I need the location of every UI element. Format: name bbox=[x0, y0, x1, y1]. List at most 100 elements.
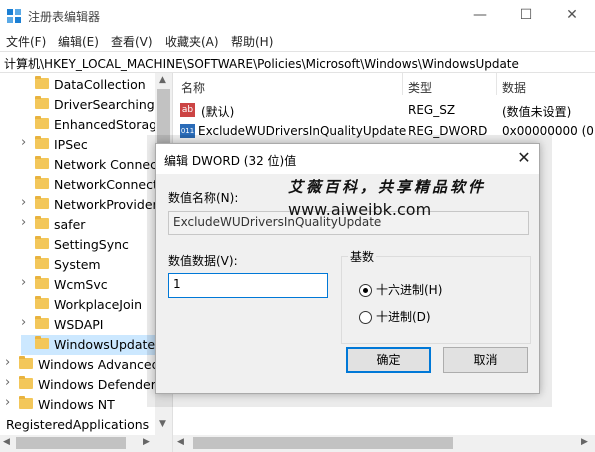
close-button[interactable]: ✕ bbox=[549, 0, 595, 31]
value-data: (数值未设置) bbox=[502, 105, 572, 119]
scroll-right-icon[interactable]: ▶ bbox=[143, 437, 150, 447]
tree-item-wsdapi[interactable]: › WSDAPI bbox=[21, 315, 160, 335]
column-divider bbox=[402, 73, 403, 95]
tree-item-label: WindowsUpdate bbox=[54, 337, 156, 352]
tree-item-windows-defender[interactable]: › Windows Defender bbox=[5, 375, 160, 395]
hex-radio-label[interactable]: 十六进制(H) bbox=[376, 281, 442, 298]
dialog-close-icon[interactable]: ✕ bbox=[514, 148, 534, 168]
tree-item-ipsec[interactable]: › IPSec bbox=[21, 135, 160, 155]
folder-icon bbox=[35, 76, 49, 89]
hex-radio[interactable] bbox=[359, 284, 372, 297]
tree-item-label: Network Connec bbox=[54, 157, 157, 172]
tree-item-label: NetworkProvider bbox=[54, 197, 158, 212]
chevron-right-icon[interactable]: › bbox=[21, 275, 31, 290]
menu-view[interactable]: 查看(V) bbox=[111, 33, 153, 50]
maximize-button[interactable]: ☐ bbox=[503, 0, 549, 31]
tree-item-label: EnhancedStorage bbox=[54, 117, 165, 132]
tree-item-label: Windows Defender bbox=[38, 377, 156, 392]
tree-item-label: DataCollection bbox=[54, 77, 146, 92]
value-name-label: 数值名称(N): bbox=[168, 191, 239, 205]
watermark-url: www.aiweibk.com bbox=[288, 200, 432, 219]
folder-icon bbox=[35, 236, 49, 249]
ok-button[interactable]: 确定 bbox=[346, 347, 431, 373]
tree-item-system[interactable]: System bbox=[21, 255, 160, 275]
folder-icon bbox=[35, 96, 49, 109]
value-name: (默认) bbox=[201, 105, 235, 119]
menu-bar: 文件(F) 编辑(E) 查看(V) 收藏夹(A) 帮助(H) bbox=[0, 31, 595, 51]
tree-hscroll-thumb[interactable] bbox=[16, 437, 126, 449]
tree-item-driversearching[interactable]: DriverSearching bbox=[21, 95, 160, 115]
tree-item-windows-nt[interactable]: › Windows NT bbox=[5, 395, 160, 415]
chevron-right-icon[interactable]: › bbox=[5, 375, 15, 390]
tree-item-networkprovider[interactable]: › NetworkProvider bbox=[21, 195, 160, 215]
watermark-text: 艾薇百科，共享精品软件 bbox=[288, 178, 487, 196]
folder-icon bbox=[19, 356, 33, 369]
tree-item-label: IPSec bbox=[54, 137, 88, 152]
cancel-button[interactable]: 取消 bbox=[443, 347, 528, 373]
menu-help[interactable]: 帮助(H) bbox=[231, 33, 273, 50]
chevron-right-icon[interactable]: › bbox=[21, 315, 31, 330]
tree-item-settingsync[interactable]: SettingSync bbox=[21, 235, 160, 255]
folder-icon bbox=[19, 396, 33, 409]
tree-item-label: SettingSync bbox=[54, 237, 129, 252]
column-header-type[interactable]: 类型 bbox=[408, 79, 432, 96]
scroll-left-icon[interactable]: ◀ bbox=[3, 437, 10, 447]
tree-item-datacollection[interactable]: DataCollection bbox=[21, 75, 160, 95]
column-header-data[interactable]: 数据 bbox=[502, 79, 526, 96]
tree-item-networkconnect[interactable]: NetworkConnect bbox=[21, 175, 160, 195]
scroll-right-icon[interactable]: ▶ bbox=[581, 437, 588, 447]
chevron-right-icon[interactable]: › bbox=[21, 215, 31, 230]
base-group: 基数 十六进制(H) 十进制(D) bbox=[341, 248, 531, 344]
column-divider bbox=[496, 73, 497, 95]
tree-item-workplacejoin[interactable]: WorkplaceJoin bbox=[21, 295, 160, 315]
value-row[interactable]: ab (默认) REG_SZ (数值未设置) bbox=[173, 100, 595, 120]
tree-item-label: WcmSvc bbox=[54, 277, 108, 292]
tree-item-label: Windows NT bbox=[38, 397, 115, 412]
tree-item-windowsupdate[interactable]: WindowsUpdate bbox=[21, 335, 160, 355]
chevron-right-icon[interactable]: › bbox=[21, 195, 31, 210]
title-bar: 注册表编辑器 — ☐ ✕ bbox=[0, 0, 595, 31]
tree-item-label: Windows Advanced bbox=[38, 357, 160, 372]
minimize-button[interactable]: — bbox=[457, 0, 503, 31]
folder-icon bbox=[35, 136, 49, 149]
menu-favorites[interactable]: 收藏夹(A) bbox=[165, 33, 219, 50]
scroll-left-icon[interactable]: ◀ bbox=[177, 437, 184, 447]
tree-horizontal-scrollbar[interactable]: ◀ ▶ bbox=[0, 435, 172, 452]
menu-edit[interactable]: 编辑(E) bbox=[58, 33, 99, 50]
tree-item-safer[interactable]: › safer bbox=[21, 215, 160, 235]
address-path[interactable]: 计算机\HKEY_LOCAL_MACHINE\SOFTWARE\Policies… bbox=[4, 55, 519, 72]
folder-icon bbox=[35, 256, 49, 269]
menu-file[interactable]: 文件(F) bbox=[6, 33, 46, 50]
chevron-right-icon[interactable]: › bbox=[5, 355, 15, 370]
folder-icon bbox=[35, 316, 49, 329]
tree-item-enhancedstorage[interactable]: EnhancedStorage bbox=[21, 115, 165, 135]
chevron-right-icon[interactable]: › bbox=[21, 135, 31, 150]
tree-item-wcmsvc[interactable]: › WcmSvc bbox=[21, 275, 160, 295]
folder-icon bbox=[35, 336, 49, 349]
folder-icon bbox=[35, 276, 49, 289]
value-data-input[interactable]: 1 bbox=[168, 273, 328, 298]
scroll-up-icon[interactable]: ▲ bbox=[159, 75, 166, 85]
dialog-title: 编辑 DWORD (32 位)值 bbox=[164, 154, 297, 168]
base-label: 基数 bbox=[348, 248, 377, 265]
folder-icon bbox=[35, 216, 49, 229]
scroll-down-icon[interactable]: ▼ bbox=[159, 419, 166, 429]
value-type: REG_SZ bbox=[408, 103, 456, 117]
tree-item-label: WorkplaceJoin bbox=[54, 297, 143, 312]
decimal-radio[interactable] bbox=[359, 311, 372, 324]
decimal-radio-label[interactable]: 十进制(D) bbox=[376, 308, 431, 325]
folder-icon bbox=[35, 176, 49, 189]
folder-icon bbox=[35, 116, 49, 129]
column-header-name[interactable]: 名称 bbox=[181, 79, 205, 96]
folder-icon bbox=[35, 196, 49, 209]
tree-item-windows-advanced[interactable]: › Windows Advanced bbox=[5, 355, 160, 375]
chevron-right-icon[interactable]: › bbox=[5, 395, 15, 410]
tree-item-label: System bbox=[54, 257, 101, 272]
list-hscroll-thumb[interactable] bbox=[193, 437, 453, 449]
address-bar[interactable]: 计算机\HKEY_LOCAL_MACHINE\SOFTWARE\Policies… bbox=[0, 51, 595, 73]
folder-icon bbox=[19, 376, 33, 389]
folder-icon bbox=[35, 296, 49, 309]
value-data-label: 数值数据(V): bbox=[168, 254, 238, 268]
tree-item-network-connec[interactable]: Network Connec bbox=[21, 155, 160, 175]
string-value-icon: ab bbox=[180, 103, 195, 117]
